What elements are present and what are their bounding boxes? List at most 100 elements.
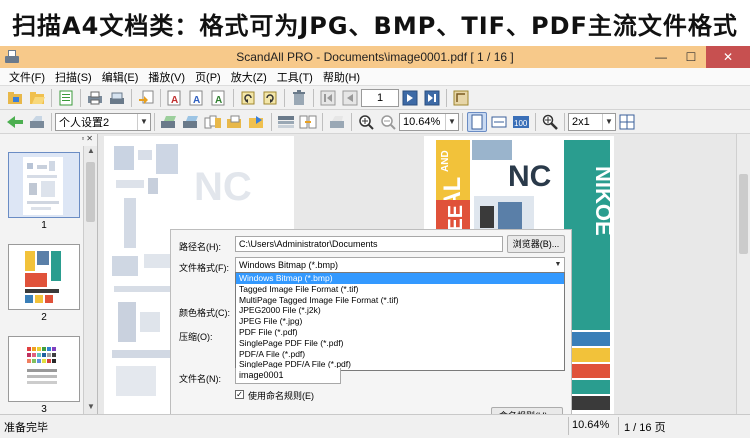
poster-and-text: AND — [440, 150, 451, 172]
thumbnail-scrollbar[interactable]: ▲ ▼ — [83, 146, 97, 414]
browse-button[interactable]: 浏览器(B)... — [507, 235, 565, 253]
insert-page-icon[interactable] — [136, 88, 156, 108]
scan-toolbar: 个人设置2 ▼ 10.64% ▼ 100 2x1 ▼ — [0, 110, 750, 134]
menu-help[interactable]: 帮助(H) — [318, 69, 365, 85]
naming-rule-checkbox[interactable]: ✓ — [235, 390, 244, 399]
chevron-down-icon: ▼ — [554, 261, 562, 268]
save-settings-dialog: 路径名(H): C:\Users\Administrator\Documents… — [170, 229, 572, 429]
close-button[interactable]: ✕ — [706, 46, 750, 68]
menu-play[interactable]: 播放(V) — [143, 69, 190, 85]
promo-banner: 扫描A4文档类：格式可为JPG、BMP、TIF、PDF主流文件格式 — [0, 0, 750, 46]
main-toolbar: A A A 1 — [0, 86, 750, 110]
maximize-button[interactable]: ☐ — [676, 46, 706, 68]
naming-rule-checkbox-label[interactable]: 使用命名规则(E) — [248, 389, 314, 402]
document-list-icon[interactable] — [56, 88, 76, 108]
svg-text:100: 100 — [514, 119, 528, 128]
format-option[interactable]: MultiPage Tagged Image File Format (*.ti… — [236, 295, 564, 306]
scan-stack-icon[interactable] — [27, 112, 47, 132]
poster-nc-text: NC — [508, 160, 551, 193]
actual-size-icon[interactable]: 100 — [511, 112, 531, 132]
menu-tools[interactable]: 工具(T) — [272, 69, 318, 85]
status-page: 1 / 16 页 — [624, 422, 666, 434]
scanner-icon[interactable] — [107, 88, 127, 108]
scroll-thumb[interactable] — [86, 162, 95, 222]
fit-width-icon[interactable] — [489, 112, 509, 132]
format-label: 文件格式(F): — [179, 263, 229, 273]
batch-scan-icon[interactable] — [203, 112, 223, 132]
ocr-text-icon[interactable]: A — [209, 88, 229, 108]
format-option[interactable]: PDF/A File (*.pdf) — [236, 349, 564, 360]
scan-folder-icon[interactable] — [225, 112, 245, 132]
magnifier-icon[interactable] — [540, 112, 560, 132]
format-option[interactable]: Tagged Image File Format (*.tif) — [236, 284, 564, 295]
rotate-right-icon[interactable] — [260, 88, 280, 108]
rotate-left-icon[interactable] — [238, 88, 258, 108]
print-icon[interactable] — [85, 88, 105, 108]
layout-select[interactable]: 2x1 ▼ — [568, 112, 616, 131]
fit-page-icon[interactable] — [467, 111, 487, 132]
thumbnail-page-2[interactable] — [8, 244, 80, 310]
chevron-down-icon: ▼ — [602, 113, 615, 130]
last-page-icon[interactable] — [422, 88, 442, 108]
scan-bw-icon[interactable] — [327, 112, 347, 132]
chevron-down-icon: ▼ — [445, 113, 458, 130]
scan-profile-a-icon[interactable] — [159, 112, 179, 132]
scroll-down-icon[interactable]: ▼ — [84, 402, 98, 414]
window-title: ScandAll PRO - Documents\image0001.pdf [… — [236, 50, 514, 64]
next-page-icon[interactable] — [400, 88, 420, 108]
menu-scan[interactable]: 扫描(S) — [50, 69, 97, 85]
path-input[interactable]: C:\Users\Administrator\Documents — [235, 236, 503, 252]
banner-text: 扫描A4文档类：格式可为JPG、BMP、TIF、PDF主流文件格式 — [12, 11, 738, 40]
view-scroll-thumb[interactable] — [739, 174, 748, 254]
format-dropdown-list: Windows Bitmap (*.bmp) Tagged Image File… — [235, 272, 565, 372]
panel-close-icon[interactable]: ✕ — [86, 134, 93, 146]
ocr-a-icon[interactable]: A — [165, 88, 185, 108]
panel-pin-icon[interactable]: ▫ — [81, 134, 84, 146]
ocr-edit-icon[interactable]: A — [187, 88, 207, 108]
window-titlebar[interactable]: ScandAll PRO - Documents\image0001.pdf [… — [0, 46, 750, 68]
zoom-in-icon[interactable] — [356, 112, 376, 132]
scanner-app-icon — [4, 50, 20, 64]
scroll-up-icon[interactable]: ▲ — [84, 146, 98, 158]
menu-page[interactable]: 页(P) — [190, 69, 226, 85]
thumbnail-image-3 — [23, 341, 63, 399]
first-page-icon[interactable] — [318, 88, 338, 108]
grid-view-icon[interactable] — [617, 112, 637, 132]
format-option[interactable]: PDF File (*.pdf) — [236, 327, 564, 338]
menu-bar: 文件(F) 扫描(S) 编辑(E) 播放(V) 页(P) 放大(Z) 工具(T)… — [0, 68, 750, 86]
svg-text:A: A — [193, 95, 200, 106]
page-number-input[interactable]: 1 — [361, 88, 399, 107]
status-bar: 准备完毕 10.64% 1 / 16 页 — [0, 414, 750, 438]
thumbnail-panel: ▫ ✕ 1 2 3 ▲ ▼ — [0, 134, 98, 415]
zoom-select[interactable]: 10.64% ▼ — [399, 112, 459, 131]
minimize-button[interactable]: — — [646, 46, 676, 68]
zoom-out-icon[interactable] — [378, 112, 398, 132]
prev-page-icon[interactable] — [340, 88, 360, 108]
thumbnail-page-3[interactable] — [8, 336, 80, 402]
trash-icon[interactable] — [289, 88, 309, 108]
split-merge-icon[interactable] — [298, 112, 318, 132]
thumbnail-panel-header: ▫ ✕ — [0, 134, 97, 146]
layout-select-value: 2x1 — [572, 115, 590, 128]
format-option[interactable]: Windows Bitmap (*.bmp) — [236, 273, 564, 284]
profile-select[interactable]: 个人设置2 ▼ — [55, 112, 151, 131]
view-scrollbar[interactable] — [736, 134, 750, 414]
format-option[interactable]: JPEG File (*.jpg) — [236, 316, 564, 327]
batch-settings-icon[interactable] — [276, 112, 296, 132]
thumbnail-page-1[interactable] — [8, 152, 80, 218]
filename-input[interactable]: image0001 — [235, 368, 341, 384]
scan-to-app-icon[interactable] — [247, 112, 267, 132]
open-folder-icon[interactable] — [27, 88, 47, 108]
format-select[interactable]: Windows Bitmap (*.bmp) ▼ — [235, 257, 565, 273]
format-select-value: Windows Bitmap (*.bmp) — [239, 260, 339, 270]
scan-green-icon[interactable] — [5, 112, 25, 132]
new-folder-icon[interactable] — [5, 88, 25, 108]
menu-edit[interactable]: 编辑(E) — [97, 69, 144, 85]
menu-zoom[interactable]: 放大(Z) — [226, 69, 272, 85]
format-option[interactable]: JPEG2000 File (*.j2k) — [236, 305, 564, 316]
format-option[interactable]: SinglePage PDF File (*.pdf) — [236, 338, 564, 349]
menu-file[interactable]: 文件(F) — [4, 69, 50, 85]
page-settings-icon[interactable] — [451, 88, 471, 108]
scan-profile-b-icon[interactable] — [181, 112, 201, 132]
status-text: 准备完毕 — [4, 422, 48, 434]
